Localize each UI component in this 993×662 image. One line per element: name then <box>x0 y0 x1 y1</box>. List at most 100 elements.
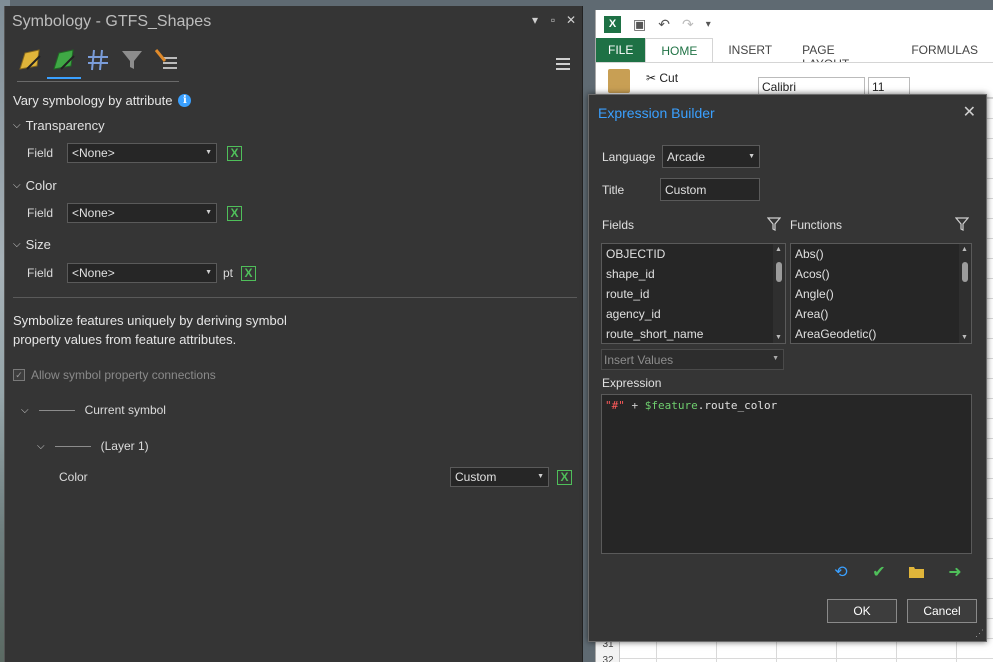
customize-icon[interactable]: ▾ <box>706 19 711 30</box>
chevron-down-icon: ⌵ <box>13 180 21 191</box>
list-item[interactable]: Area() <box>791 304 971 324</box>
ok-button[interactable]: OK <box>827 599 897 623</box>
list-item[interactable]: OBJECTID <box>602 244 785 264</box>
section-color[interactable]: ⌵ Color <box>13 178 57 193</box>
color-field-select[interactable]: <None> ▼ <box>67 203 217 223</box>
excel-logo-icon: X <box>604 15 621 33</box>
dialog-title: Expression Builder <box>598 105 715 121</box>
expression-property-token: .route_color <box>697 399 778 412</box>
export-arrow-icon[interactable]: ➜ <box>943 562 967 582</box>
scroll-thumb[interactable] <box>962 262 968 282</box>
pane-title: Symbology - GTFS_Shapes <box>12 13 212 30</box>
resize-grip-icon[interactable]: ⋰ <box>975 628 984 639</box>
scroll-up-icon[interactable]: ▲ <box>961 246 968 253</box>
section-label: Transparency <box>25 118 105 133</box>
scroll-thumb[interactable] <box>776 262 782 282</box>
chevron-down-icon[interactable]: ⌵ <box>37 441 45 452</box>
current-symbol-node[interactable]: ⌵ Current symbol <box>21 403 166 417</box>
scrollbar[interactable]: ▲ ▼ <box>959 244 971 343</box>
row-number: 32 <box>602 655 614 662</box>
tab-file[interactable]: FILE <box>596 38 646 62</box>
field-label: Field <box>27 266 54 280</box>
tab-insert[interactable]: INSERT <box>713 38 787 62</box>
chevron-down-icon: ▼ <box>537 473 544 480</box>
scroll-down-icon[interactable]: ▼ <box>775 334 782 341</box>
divider <box>13 297 577 298</box>
cancel-button[interactable]: Cancel <box>907 599 977 623</box>
title-input[interactable]: Custom <box>660 178 760 201</box>
transparency-field-select[interactable]: <None> ▼ <box>67 143 217 163</box>
filter-icon[interactable] <box>766 216 782 232</box>
chevron-down-icon: ⌵ <box>13 120 21 131</box>
size-field-select[interactable]: <None> ▼ <box>67 263 217 283</box>
save-icon[interactable]: ▣ <box>633 16 646 33</box>
chevron-down-icon[interactable]: ⌵ <box>21 405 29 416</box>
select-value: <None> <box>72 206 115 220</box>
fields-list[interactable]: OBJECTID shape_id route_id agency_id rou… <box>601 243 786 344</box>
section-size[interactable]: ⌵ Size <box>13 237 51 252</box>
list-item[interactable]: agency_id <box>602 304 785 324</box>
menu-icon[interactable] <box>556 58 570 73</box>
clear-icon[interactable]: ⟲ <box>829 562 853 582</box>
maximize-icon[interactable]: ▫ <box>548 13 558 27</box>
paste-icon[interactable] <box>608 69 630 93</box>
dropdown-icon[interactable]: ▾ <box>530 13 540 27</box>
insert-values-select[interactable]: Insert Values ▼ <box>601 349 784 370</box>
list-item[interactable]: route_short_name <box>602 324 785 343</box>
chevron-down-icon: ▼ <box>205 269 212 276</box>
undo-icon[interactable]: ↶ <box>658 16 670 33</box>
close-icon[interactable]: ✕ <box>566 13 576 27</box>
filter-icon[interactable] <box>119 47 145 73</box>
expression-button-active[interactable]: X <box>557 470 572 485</box>
section-transparency[interactable]: ⌵ Transparency <box>13 118 105 133</box>
expression-button[interactable]: X <box>227 205 242 221</box>
chevron-down-icon: ▼ <box>205 209 212 216</box>
symbolize-description: Symbolize features uniquely by deriving … <box>13 313 287 347</box>
section-label: Size <box>25 237 51 252</box>
language-row: Language Arcade ▼ <box>602 145 760 168</box>
labels-icon[interactable] <box>85 47 111 73</box>
symbology-tabs <box>17 47 179 79</box>
color-property-select[interactable]: Custom ▼ <box>450 467 549 487</box>
insert-values-placeholder: Insert Values <box>604 353 674 367</box>
vary-symbology-icon[interactable] <box>47 47 81 79</box>
cut-button[interactable]: ✂ Cut <box>646 71 678 85</box>
filter-icon[interactable] <box>954 216 970 232</box>
select-value: <None> <box>72 266 115 280</box>
scroll-up-icon[interactable]: ▲ <box>775 246 782 253</box>
list-item[interactable]: Acos() <box>791 264 971 284</box>
language-select[interactable]: Arcade ▼ <box>662 145 760 168</box>
symbol-settings-icon[interactable] <box>153 47 179 73</box>
verify-icon[interactable]: ✔ <box>867 562 891 582</box>
field-label: Field <box>27 206 54 220</box>
info-icon[interactable]: i <box>178 94 192 107</box>
scroll-down-icon[interactable]: ▼ <box>961 334 968 341</box>
size-field-row: Field <None> ▼ pt X <box>27 263 257 283</box>
chevron-down-icon: ▼ <box>748 153 755 160</box>
tab-home[interactable]: HOME <box>645 38 714 62</box>
list-item[interactable]: route_id <box>602 284 785 304</box>
line-symbol-preview <box>54 445 91 447</box>
title-label: Title <box>602 182 625 197</box>
close-icon[interactable]: ✕ <box>963 102 976 122</box>
transparency-field-row: Field <None> ▼ X <box>27 143 242 163</box>
tab-formulas[interactable]: FORMULAS <box>896 38 993 62</box>
redo-icon[interactable]: ↷ <box>682 16 694 33</box>
scrollbar[interactable]: ▲ ▼ <box>773 244 785 343</box>
primary-symbology-icon[interactable] <box>17 47 43 73</box>
open-folder-icon[interactable] <box>905 562 929 582</box>
vary-heading-label: Vary symbology by attribute <box>13 93 173 108</box>
expression-button[interactable]: X <box>227 145 242 161</box>
symbology-pane: Symbology - GTFS_Shapes ▾ ▫ ✕ Vary symbo… <box>4 6 583 662</box>
list-item[interactable]: shape_id <box>602 264 785 284</box>
expression-editor[interactable]: "#" + $feature.route_color <box>601 394 972 554</box>
expression-button[interactable]: X <box>241 265 257 281</box>
allow-connections-checkbox[interactable]: ✓ <box>13 369 25 381</box>
list-item[interactable]: Angle() <box>791 284 971 304</box>
functions-list[interactable]: Abs() Acos() Angle() Area() AreaGeodetic… <box>790 243 972 344</box>
layer-node[interactable]: ⌵ (Layer 1) <box>37 439 149 453</box>
tab-page-layout[interactable]: PAGE LAYOUT <box>787 38 896 71</box>
ribbon-tabs: FILE HOME INSERT PAGE LAYOUT FORMULAS <box>596 38 993 71</box>
list-item[interactable]: AreaGeodetic() <box>791 324 971 343</box>
list-item[interactable]: Abs() <box>791 244 971 264</box>
